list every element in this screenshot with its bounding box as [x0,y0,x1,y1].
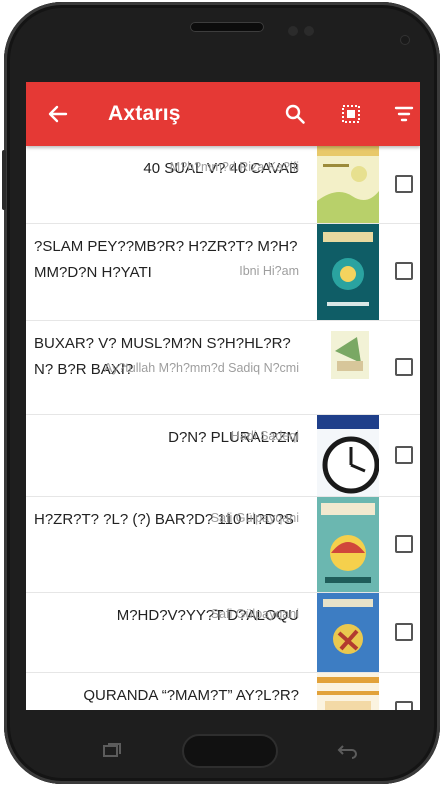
book-text: BUXAR? V? MUSL?M?N S?H?HL?R?N? B?R BAXI?… [26,321,301,383]
select-all-icon[interactable] [333,96,369,132]
book-title: QURANDA “?MAM?T” AY?L?R? [83,687,299,704]
book-author: Safi Gülpayqani [210,511,299,525]
book-text: QURANDA “?MAM?T” AY?L?R? [26,673,301,709]
list-item[interactable]: 40 SUAL V? 40 CAVAB M?h?mm?d Riza Ka?ifi [26,146,420,224]
filter-icon[interactable] [386,96,420,132]
book-author: M?h?mm?d Riza Ka?ifi [169,160,299,174]
list-item[interactable]: BUXAR? V? MUSL?M?N S?H?HL?R?N? B?R BAXI?… [26,321,420,415]
sensor [304,26,314,36]
back-arrow-icon[interactable] [40,96,76,132]
sensor [288,26,298,36]
list-item[interactable]: H?ZR?T? ?L? (?) BAR?D? 110 H?D?S Safi Gü… [26,497,420,593]
book-author: Hadi Sadeqi [230,429,299,443]
list-item[interactable]: M?HD?V?YY?T D?ALOQU Safi Gülpayqani [26,593,420,673]
app-bar: Axtarış [26,82,420,146]
book-cover [317,673,379,710]
app-screen: Axtarış 40 SUAL V? 40 CAVAB M?h?mm?d Riz… [26,82,420,710]
side-button [2,150,6,210]
book-cover [317,593,379,672]
select-checkbox[interactable] [395,446,413,464]
list-item[interactable]: QURANDA “?MAM?T” AY?L?R? [26,673,420,710]
list-item[interactable]: D?N? PLURAL?ZM Hadi Sadeqi [26,415,420,497]
book-author: Ay?tullah M?h?mm?d Sadiq N?cmi [103,361,299,375]
speaker-grille [190,22,264,32]
book-cover [317,415,379,496]
book-list: 40 SUAL V? 40 CAVAB M?h?mm?d Riza Ka?ifi… [26,146,420,710]
recent-apps-icon[interactable] [100,738,126,762]
book-text: H?ZR?T? ?L? (?) BAR?D? 110 H?D?S Safi Gü… [26,497,301,533]
select-checkbox[interactable] [395,535,413,553]
select-checkbox[interactable] [395,701,413,710]
book-text: D?N? PLURAL?ZM Hadi Sadeqi [26,415,301,451]
book-text: M?HD?V?YY?T D?ALOQU Safi Gülpayqani [26,593,301,629]
book-cover [317,224,379,320]
book-text: ?SLAM PEY??MB?R? H?ZR?T? M?H?MM?D?N H?YA… [26,224,301,286]
select-checkbox[interactable] [395,623,413,641]
list-item[interactable]: ?SLAM PEY??MB?R? H?ZR?T? M?H?MM?D?N H?YA… [26,224,420,321]
page-title: Axtarış [108,102,181,125]
select-checkbox[interactable] [395,262,413,280]
book-author: Ibni Hi?am [239,264,299,278]
book-cover [317,497,379,592]
book-text: 40 SUAL V? 40 CAVAB M?h?mm?d Riza Ka?ifi [26,146,301,182]
select-checkbox[interactable] [395,358,413,376]
front-camera [401,36,409,44]
book-cover [317,321,379,414]
home-button[interactable] [182,734,278,768]
back-nav-icon[interactable] [334,738,360,762]
select-checkbox[interactable] [395,175,413,193]
search-icon[interactable] [277,96,313,132]
book-author: Safi Gülpayqani [210,607,299,621]
book-cover [317,146,379,223]
system-nav-bar [26,712,420,772]
